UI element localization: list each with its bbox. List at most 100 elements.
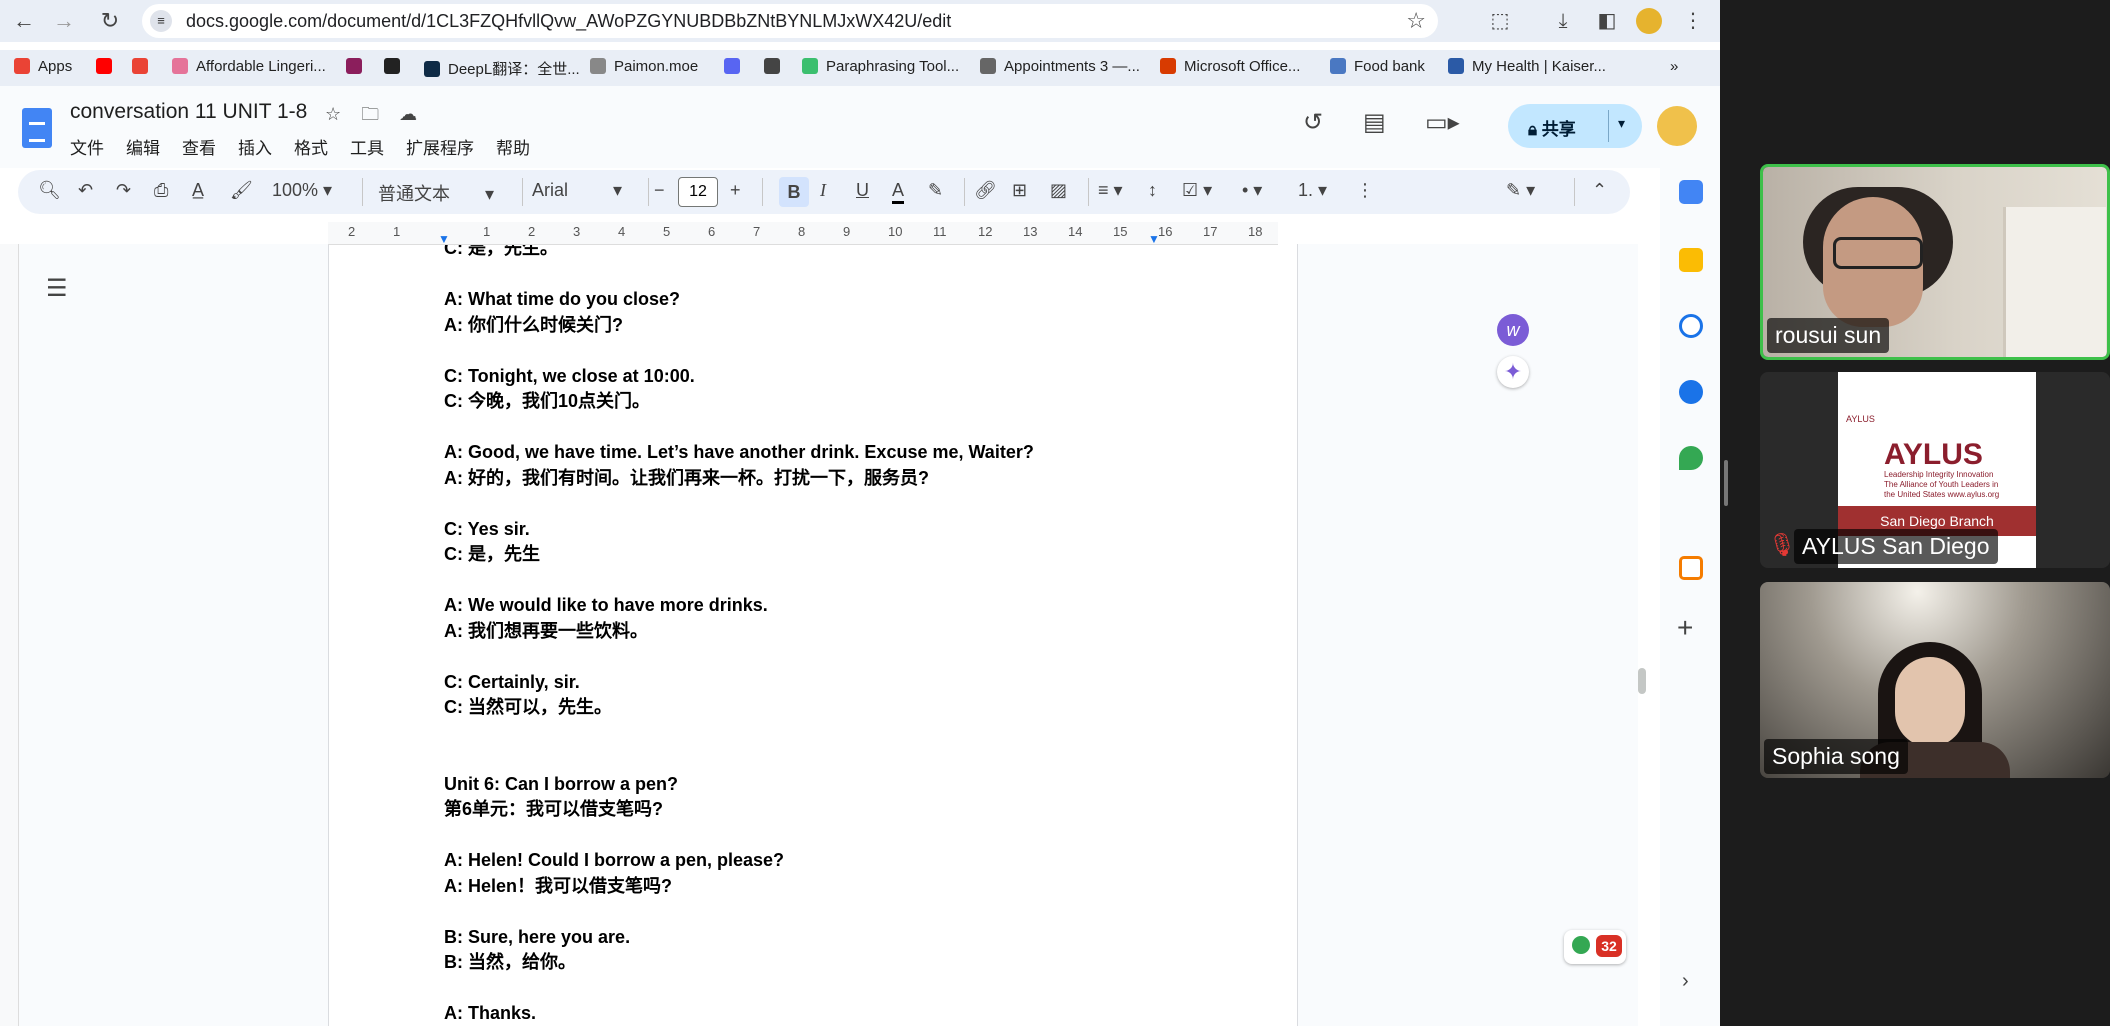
empty-line[interactable] — [444, 415, 1244, 441]
bookmark-item[interactable]: DeepL翻译：全世... — [424, 58, 580, 79]
vertical-ruler[interactable] — [0, 244, 19, 1026]
url-text[interactable]: docs.google.com/document/d/1CL3FZQHfvllQ… — [186, 11, 951, 32]
cloud-saved-icon[interactable]: ☁ — [399, 104, 417, 124]
docs-logo-icon[interactable] — [22, 108, 52, 148]
comments-icon[interactable]: ▤ — [1363, 108, 1386, 137]
site-info-icon[interactable]: ≡ — [150, 10, 172, 32]
scrollbar-thumb[interactable] — [1638, 668, 1646, 694]
bookmark-item[interactable] — [96, 58, 120, 75]
doc-line[interactable]: A: Helen！我可以借支笔吗? — [444, 874, 1244, 900]
doc-line[interactable]: C: 今晚，我们10点关门。 — [444, 389, 1244, 415]
text-color-button[interactable]: A — [892, 180, 905, 204]
meet-icon[interactable]: ▭▸ — [1425, 108, 1460, 137]
doc-line[interactable]: A: What time do you close? — [444, 287, 1244, 313]
bookmark-item[interactable]: Apps — [14, 58, 72, 75]
decrease-font-icon[interactable]: − — [654, 180, 665, 201]
numbered-list-icon[interactable]: 1. ▾ — [1298, 180, 1327, 201]
empty-line[interactable] — [444, 976, 1244, 1002]
move-folder-icon[interactable]: 🗀 — [361, 104, 379, 124]
checklist-icon[interactable]: ☑ ▾ — [1182, 180, 1212, 201]
tasks-icon[interactable] — [1679, 314, 1703, 338]
more-menu-icon[interactable]: ⋮ — [1680, 9, 1706, 33]
addon-icon[interactable] — [1679, 556, 1703, 580]
doc-line[interactable]: A: 好的，我们有时间。让我们再来一杯。打扰一下，服务员? — [444, 466, 1244, 492]
outline-icon[interactable]: ☰ — [46, 274, 68, 303]
menu-item[interactable]: 帮助 — [496, 139, 530, 158]
bookmark-item[interactable]: Affordable Lingeri... — [172, 58, 326, 75]
print-icon[interactable]: ⎙ — [154, 180, 168, 201]
bookmark-item[interactable] — [132, 58, 156, 75]
forward-icon[interactable]: → — [50, 7, 78, 35]
bookmark-item[interactable]: Paimon.moe — [590, 58, 698, 75]
keep-icon[interactable] — [1679, 248, 1703, 272]
bookmark-item[interactable] — [346, 58, 370, 75]
document-title[interactable]: conversation 11 UNIT 1-8 — [70, 100, 307, 124]
doc-line[interactable]: C: 当然可以，先生。 — [444, 695, 1244, 721]
comment-add-icon[interactable]: ⊞ — [1012, 180, 1027, 201]
bookmark-item[interactable] — [764, 58, 788, 75]
doc-line[interactable]: A: Thanks. — [444, 1001, 1244, 1026]
doc-line[interactable]: A: 你们什么时候关门? — [444, 313, 1244, 339]
empty-line[interactable] — [444, 262, 1244, 288]
indent-marker-icon[interactable]: ▼ — [438, 232, 450, 246]
horizontal-ruler[interactable]: 2 1 1 2 3 4 5 6 7 8 9 10 11 12 13 14 15 16 17 18 ▼ ▼ — [328, 222, 1278, 246]
empty-line[interactable] — [444, 721, 1244, 747]
font-select[interactable]: Arial ▾ — [532, 180, 622, 201]
highlight-icon[interactable]: ✎ — [928, 180, 943, 201]
redo-icon[interactable]: ↷ — [116, 180, 131, 201]
doc-line[interactable]: A: Helen! Could I borrow a pen, please? — [444, 848, 1244, 874]
star-icon[interactable]: ☆ — [325, 104, 341, 124]
right-indent-marker-icon[interactable]: ▼ — [1148, 232, 1160, 246]
paint-format-icon[interactable]: 🖌︎ — [230, 180, 253, 201]
search-menus-icon[interactable]: 🔍︎ — [38, 180, 61, 201]
share-dropdown-icon[interactable]: ▾ — [1618, 115, 1625, 132]
participant-tile-3[interactable]: Sophia song — [1760, 582, 2110, 778]
doc-line[interactable]: B: 当然，给你。 — [444, 950, 1244, 976]
empty-line[interactable] — [444, 823, 1244, 849]
maps-icon[interactable] — [1679, 446, 1703, 470]
document-page[interactable]: C: 是，先生。 A: What time do you close? A: 你们什… — [328, 238, 1298, 1026]
menu-item[interactable]: 文件 — [70, 139, 104, 158]
bookmarks-more[interactable]: » — [1670, 58, 1678, 75]
version-history-icon[interactable]: ↺ — [1303, 108, 1323, 137]
side-panel-icon[interactable]: ◧ — [1594, 9, 1620, 33]
writing-assistant-icon[interactable]: w — [1497, 314, 1529, 346]
font-size-input[interactable]: 12 — [678, 177, 718, 207]
spellcheck-icon[interactable]: A̲ — [192, 180, 204, 201]
reload-icon[interactable]: ↻ — [96, 7, 124, 35]
doc-line[interactable]: C: Certainly, sir. — [444, 670, 1244, 696]
empty-line[interactable] — [444, 746, 1244, 772]
bookmark-item[interactable] — [384, 58, 408, 75]
editing-mode-icon[interactable]: ✎ ▾ — [1506, 180, 1535, 201]
link-icon[interactable]: 🔗︎ — [974, 180, 997, 201]
zoom-select[interactable]: 100% ▾ — [272, 180, 332, 201]
empty-line[interactable] — [444, 491, 1244, 517]
doc-line[interactable]: 第6单元：我可以借支笔吗? — [444, 797, 1244, 823]
contacts-icon[interactable] — [1679, 380, 1703, 404]
share-button[interactable]: 🔒︎ 共享 ▾ — [1508, 104, 1642, 148]
bookmark-item[interactable]: Food bank — [1330, 58, 1425, 75]
empty-line[interactable] — [444, 568, 1244, 594]
menu-item[interactable]: 插入 — [238, 139, 272, 158]
doc-line[interactable]: C: Tonight, we close at 10:00. — [444, 364, 1244, 390]
align-icon[interactable]: ≡ ▾ — [1098, 180, 1123, 201]
bookmark-item[interactable] — [724, 58, 748, 75]
assistant-plus-icon[interactable]: ✦ — [1497, 356, 1529, 388]
calendar-icon[interactable] — [1679, 180, 1703, 204]
more-tools-icon[interactable]: ⋮ — [1356, 180, 1374, 201]
image-icon[interactable]: ▨ — [1050, 180, 1067, 201]
document-body[interactable]: C: 是，先生。 A: What time do you close? A: 你们什… — [444, 236, 1244, 1026]
url-bar[interactable]: ≡ docs.google.com/document/d/1CL3FZQHfvl… — [142, 4, 1438, 38]
empty-line[interactable] — [444, 899, 1244, 925]
doc-line[interactable]: A: We would like to have more drinks. — [444, 593, 1244, 619]
participant-tile-1[interactable]: rousui sun — [1760, 164, 2110, 360]
menu-item[interactable]: 工具 — [350, 139, 384, 158]
bookmark-item[interactable]: Microsoft Office... — [1160, 58, 1300, 75]
grammar-badge[interactable]: 32 — [1564, 930, 1626, 964]
style-select[interactable]: 普通文本 ▾ — [378, 180, 494, 206]
bold-button[interactable]: B — [779, 177, 809, 207]
expand-panel-icon[interactable]: › — [1682, 970, 1689, 993]
panel-resize-handle[interactable] — [1724, 460, 1728, 506]
doc-line[interactable]: A: Good, we have time. Let’s have anothe… — [444, 440, 1244, 466]
bookmark-item[interactable]: Appointments 3 —... — [980, 58, 1140, 75]
